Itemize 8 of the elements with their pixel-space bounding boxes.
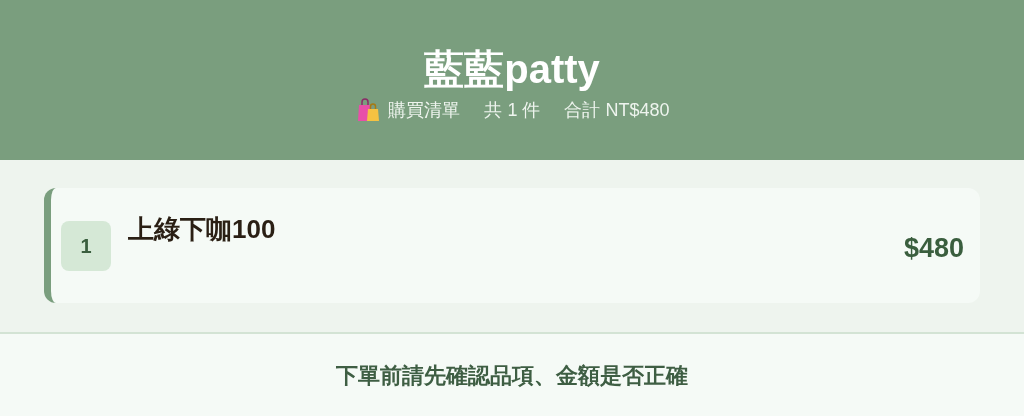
confirmation-notice: 下單前請先確認品項、金額是否正確	[336, 361, 688, 390]
item-price: $480	[903, 232, 964, 265]
list-label: 購買清單	[388, 98, 461, 122]
total-amount: 合計 NT$480	[564, 98, 670, 122]
item-count: 共 1 件	[484, 98, 541, 122]
item-index-badge: 1	[61, 221, 111, 271]
item-name: 上綠下咖100	[128, 213, 276, 246]
page-title: 藍藍patty	[424, 45, 600, 93]
